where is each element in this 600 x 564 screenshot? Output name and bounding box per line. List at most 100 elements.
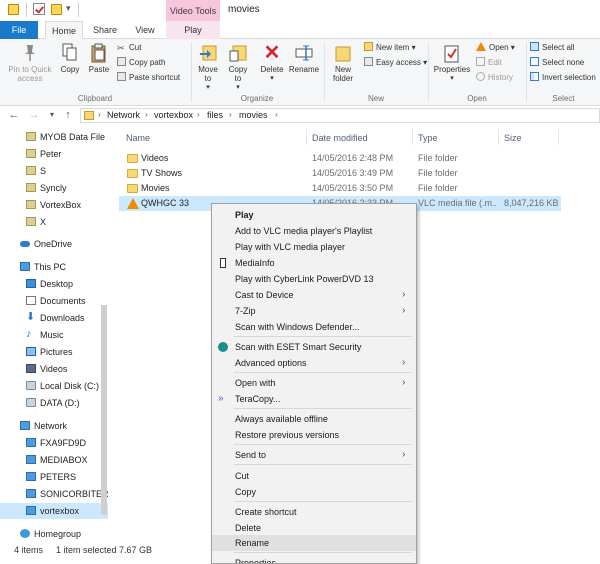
paste-button[interactable]: Paste: [86, 43, 112, 74]
nav-item-peter[interactable]: Peter: [0, 146, 108, 162]
file-row[interactable]: Movies 14/05/2016 3:50 PM File folder: [119, 181, 561, 196]
tab-home[interactable]: Home: [45, 21, 83, 40]
menu-item-play[interactable]: Play: [212, 207, 416, 223]
nav-item-sonicorbiter[interactable]: SONICORBITER: [0, 486, 108, 502]
address-bar[interactable]: › Network › vortexbox › files › movies ›: [80, 108, 600, 123]
cut-button[interactable]: ✂ Cut: [117, 42, 141, 54]
move-to-button[interactable]: Move to ▾: [195, 43, 221, 92]
recent-locations-chevron-icon[interactable]: ▾: [46, 109, 58, 121]
tab-view[interactable]: View: [128, 21, 162, 39]
pin-to-quick-access-button[interactable]: Pin to Quick access: [4, 43, 56, 83]
menu-item-7zip[interactable]: 7-Zip ›: [212, 303, 416, 319]
new-folder-icon[interactable]: [51, 4, 62, 15]
menu-item-add-vlc-playlist[interactable]: Add to VLC media player's Playlist: [212, 223, 416, 239]
tab-play[interactable]: Play: [166, 21, 220, 39]
menu-item-delete[interactable]: Delete: [212, 520, 416, 536]
forward-arrow-icon[interactable]: →: [28, 109, 40, 121]
copy-path-button[interactable]: Copy path: [117, 57, 165, 69]
chevron-right-icon[interactable]: ›: [145, 110, 148, 119]
menu-item-mediainfo[interactable]: MediaInfo: [212, 255, 416, 271]
nav-item-onedrive[interactable]: OneDrive: [0, 236, 108, 252]
breadcrumb-movies[interactable]: movies: [239, 110, 268, 120]
properties-button[interactable]: Properties ▾: [432, 43, 472, 83]
menu-item-advanced-options[interactable]: Advanced options ›: [212, 355, 416, 371]
column-divider[interactable]: [558, 129, 559, 145]
menu-item-create-shortcut[interactable]: Create shortcut: [212, 504, 416, 520]
menu-item-restore-versions[interactable]: Restore previous versions: [212, 427, 416, 443]
nav-item-documents[interactable]: Documents: [0, 293, 108, 309]
file-name: Videos: [141, 153, 169, 163]
copy-button[interactable]: Copy: [58, 43, 82, 74]
select-all-button[interactable]: Select all: [530, 42, 574, 54]
nav-item-this-pc[interactable]: This PC: [0, 259, 108, 275]
open-button[interactable]: Open ▾: [476, 42, 515, 54]
select-none-button[interactable]: Select none: [530, 57, 584, 69]
chevron-right-icon[interactable]: ›: [98, 110, 101, 119]
edit-button[interactable]: Edit: [476, 57, 502, 69]
chevron-right-icon[interactable]: ›: [229, 110, 232, 119]
chevron-right-icon[interactable]: ›: [197, 110, 200, 119]
nav-item-vortexbox-network[interactable]: vortexbox: [0, 503, 108, 519]
new-folder-button[interactable]: New folder: [328, 43, 358, 83]
breadcrumb-network[interactable]: Network: [107, 110, 140, 120]
nav-item-music[interactable]: ♪ Music: [0, 327, 108, 343]
file-row[interactable]: TV Shows 14/05/2016 3:49 PM File folder: [119, 166, 561, 181]
easy-access-button[interactable]: Easy access ▾: [364, 57, 427, 69]
nav-item-x[interactable]: X: [0, 214, 108, 230]
paste-shortcut-button[interactable]: Paste shortcut: [117, 72, 180, 84]
breadcrumb-vortexbox[interactable]: vortexbox: [154, 110, 193, 120]
column-divider[interactable]: [412, 129, 413, 145]
column-type[interactable]: Type: [418, 133, 438, 143]
column-name[interactable]: Name: [126, 133, 150, 143]
invert-selection-button[interactable]: Invert selection: [530, 72, 596, 84]
nav-item-local-disk[interactable]: Local Disk (C:): [0, 378, 108, 394]
nav-item-vortexbox[interactable]: VortexBox: [0, 197, 108, 213]
menu-item-always-offline[interactable]: Always available offline: [212, 411, 416, 427]
column-date-modified[interactable]: Date modified: [312, 133, 368, 143]
folder-icon: [26, 166, 36, 175]
nav-item-homegroup[interactable]: Homegroup: [0, 526, 108, 542]
nav-item-data-drive[interactable]: DATA (D:): [0, 395, 108, 411]
menu-item-rename[interactable]: Rename: [212, 535, 416, 551]
tab-share[interactable]: Share: [88, 21, 122, 39]
nav-item-downloads[interactable]: ⬇ Downloads: [0, 310, 108, 326]
menu-item-cut[interactable]: Cut: [212, 468, 416, 484]
menu-item-send-to[interactable]: Send to ›: [212, 447, 416, 463]
properties-check-icon[interactable]: [33, 3, 45, 15]
menu-item-copy[interactable]: Copy: [212, 484, 416, 500]
nav-item-pictures[interactable]: Pictures: [0, 344, 108, 360]
chevron-right-icon[interactable]: ›: [275, 110, 278, 119]
nav-item-fxa9fd9d[interactable]: FXA9FD9D: [0, 435, 108, 451]
column-divider[interactable]: [306, 129, 307, 145]
file-row[interactable]: Videos 14/05/2016 2:48 PM File folder: [119, 151, 561, 166]
menu-item-teracopy[interactable]: » TeraCopy...: [212, 391, 416, 407]
nav-item-myob[interactable]: MYOB Data File: [0, 129, 108, 145]
nav-item-videos[interactable]: Videos: [0, 361, 108, 377]
nav-item-peters[interactable]: PETERS: [0, 469, 108, 485]
new-item-button[interactable]: New item ▾: [364, 42, 416, 54]
nav-item-mediabox[interactable]: MEDIABOX: [0, 452, 108, 468]
delete-button[interactable]: ✕ Delete ▾: [258, 43, 286, 83]
nav-item-syncly[interactable]: Syncly: [0, 180, 108, 196]
breadcrumb-files[interactable]: files: [207, 110, 223, 120]
history-button[interactable]: History: [476, 72, 513, 84]
menu-item-scan-eset[interactable]: Scan with ESET Smart Security: [212, 339, 416, 355]
menu-item-cast-to-device[interactable]: Cast to Device ›: [212, 287, 416, 303]
nav-item-desktop[interactable]: Desktop: [0, 276, 108, 292]
tab-file[interactable]: File: [0, 21, 38, 39]
rename-button[interactable]: Rename: [288, 43, 320, 74]
nav-scrollbar[interactable]: [101, 305, 107, 515]
customize-quick-access-icon[interactable]: ▾: [66, 3, 71, 14]
column-divider[interactable]: [498, 129, 499, 145]
menu-item-play-vlc[interactable]: Play with VLC media player: [212, 239, 416, 255]
column-size[interactable]: Size: [504, 133, 522, 143]
menu-item-properties[interactable]: Properties: [212, 555, 416, 563]
back-arrow-icon[interactable]: ←: [8, 109, 20, 121]
nav-item-network[interactable]: Network: [0, 418, 108, 434]
menu-item-scan-defender[interactable]: Scan with Windows Defender...: [212, 319, 416, 335]
nav-item-s[interactable]: S: [0, 163, 108, 179]
menu-item-play-cyberlink[interactable]: Play with CyberLink PowerDVD 13: [212, 271, 416, 287]
copy-to-button[interactable]: Copy to ▾: [225, 43, 251, 92]
up-arrow-icon[interactable]: ↑: [62, 109, 74, 121]
menu-item-open-with[interactable]: Open with ›: [212, 375, 416, 391]
